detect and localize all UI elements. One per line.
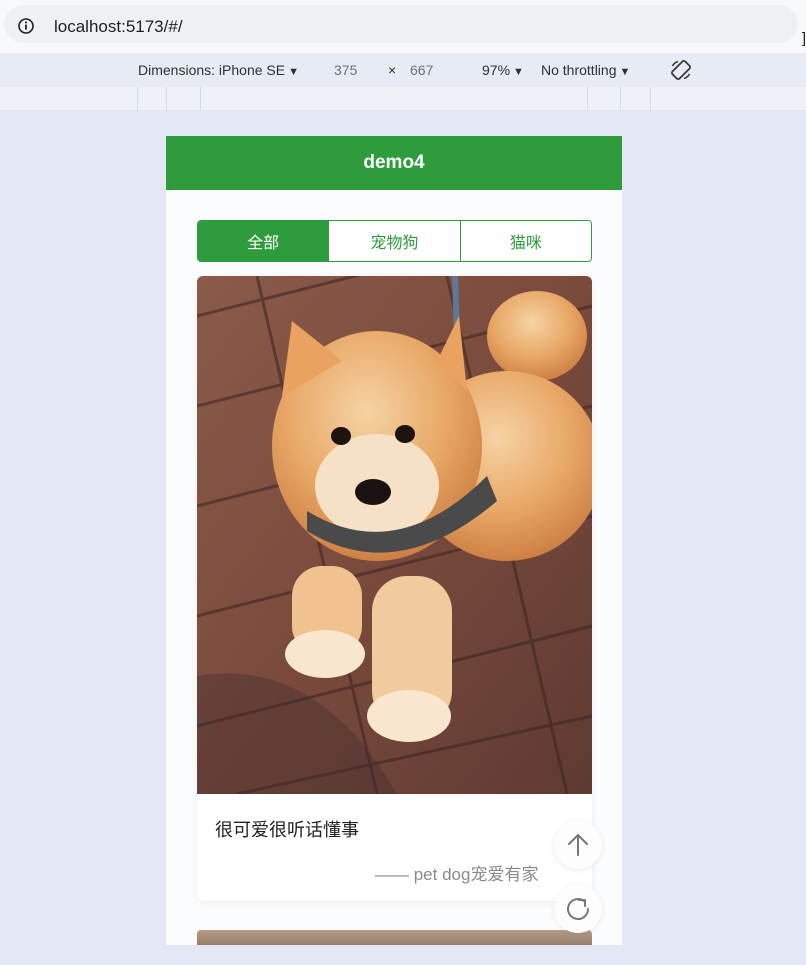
url-field[interactable]: localhost:5173/#/: [4, 5, 798, 43]
throttling-label: No throttling: [541, 62, 617, 78]
category-tabs: 全部 宠物狗 猫咪: [197, 220, 592, 262]
device-toolbar: Dimensions: iPhone SE ▼ 375 × 667 97% ▼ No…: [0, 53, 806, 87]
next-card-preview[interactable]: [197, 930, 592, 945]
refresh-icon: [567, 898, 589, 920]
back-to-top-button[interactable]: [554, 821, 602, 869]
device-dimensions-dropdown[interactable]: Dimensions: iPhone SE ▼: [138, 62, 299, 78]
device-viewport: demo4 全部 宠物狗 猫咪 很可爱很听话懂事 —— pet dog宠爱有家: [166, 136, 622, 945]
viewport-height-input[interactable]: 667: [410, 62, 433, 78]
device-dimensions-label: Dimensions: iPhone SE: [138, 62, 286, 78]
rotate-icon[interactable]: [669, 58, 693, 82]
caret-down-icon: ▼: [513, 66, 524, 78]
throttling-dropdown[interactable]: No throttling ▼: [541, 62, 630, 78]
arrow-up-icon: [568, 834, 588, 856]
tab-all[interactable]: 全部: [198, 221, 329, 261]
tab-cat[interactable]: 猫咪: [459, 221, 591, 261]
card-title: 很可爱很听话懂事: [215, 820, 359, 840]
zoom-dropdown[interactable]: 97% ▼: [482, 62, 524, 78]
browser-address-bar: localhost:5173/#/ ]: [0, 0, 806, 53]
media-query-ruler[interactable]: [0, 87, 806, 111]
url-text: localhost:5173/#/: [54, 17, 183, 36]
pet-card[interactable]: 很可爱很听话懂事 —— pet dog宠爱有家: [197, 276, 592, 901]
info-icon[interactable]: [18, 18, 34, 34]
window-edge-glyph: ]: [801, 30, 806, 47]
caret-down-icon: ▼: [288, 66, 299, 78]
zoom-label: 97%: [482, 62, 511, 78]
dimension-separator: ×: [388, 62, 397, 78]
caret-down-icon: ▼: [619, 66, 631, 78]
tab-pet-dog[interactable]: 宠物狗: [328, 221, 460, 261]
refresh-button[interactable]: [554, 885, 602, 933]
card-subtitle: —— pet dog宠爱有家: [375, 865, 539, 884]
viewport-width-input[interactable]: 375: [334, 62, 357, 78]
page-title: demo4: [166, 136, 622, 190]
pet-photo: [197, 276, 592, 794]
